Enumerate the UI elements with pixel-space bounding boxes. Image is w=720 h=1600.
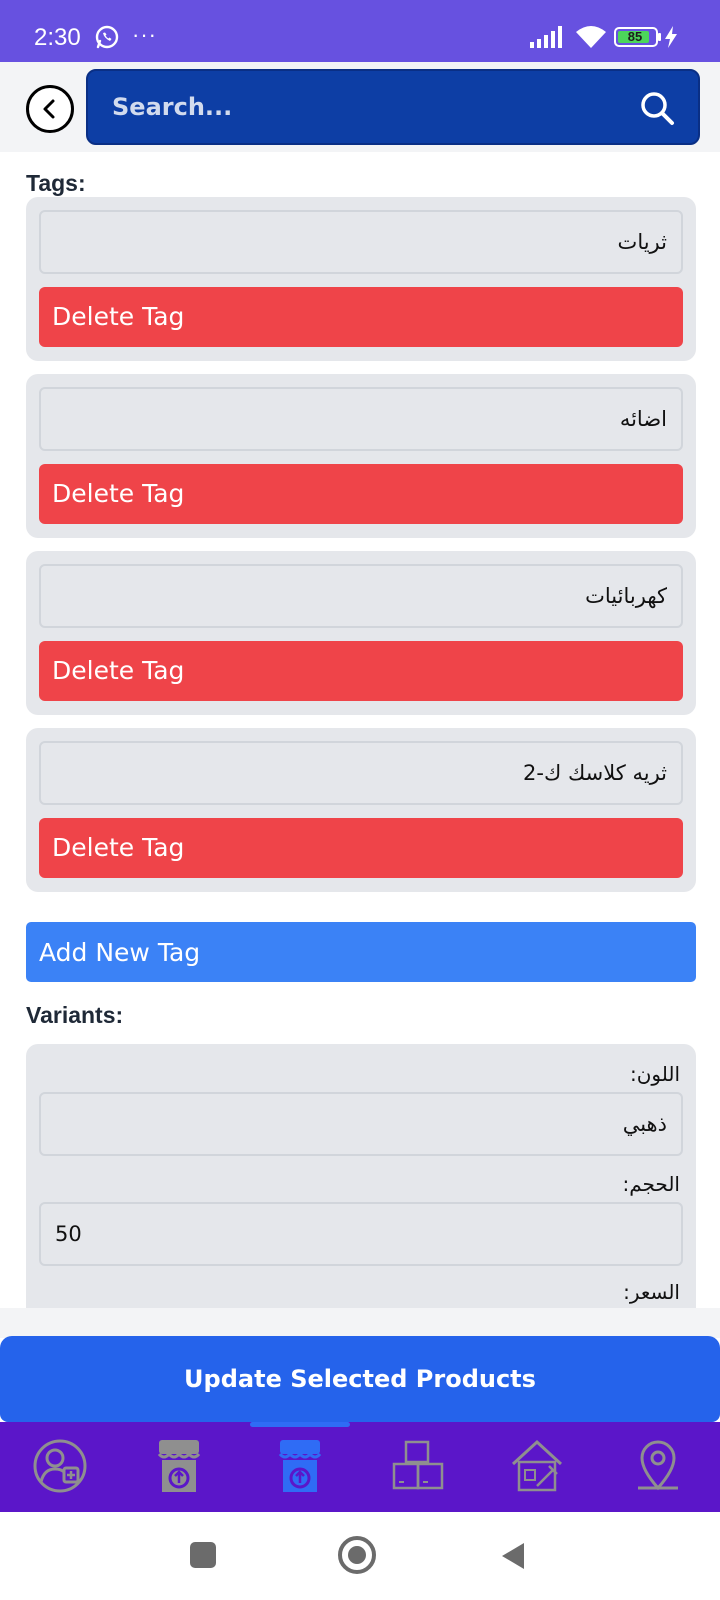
- tag-input[interactable]: ثريات: [39, 210, 683, 274]
- battery-level: 85: [627, 29, 643, 44]
- delete-tag-button[interactable]: Delete Tag: [39, 464, 683, 524]
- tag-input[interactable]: كهربائيات: [39, 564, 683, 628]
- more-notifications-icon: ···: [132, 22, 157, 47]
- tag-card: كهربائيات Delete Tag: [26, 551, 696, 715]
- search-icon[interactable]: [638, 89, 676, 127]
- tag-input[interactable]: اضائه: [39, 387, 683, 451]
- variant-card: اللون: ذهبي الحجم: 50 السعر:: [26, 1044, 696, 1310]
- add-new-tag-button[interactable]: Add New Tag: [26, 922, 696, 982]
- update-selected-products-button[interactable]: Update Selected Products: [0, 1336, 720, 1422]
- boxes-icon[interactable]: [388, 1436, 448, 1496]
- price-label: السعر:: [623, 1280, 680, 1304]
- system-back-button[interactable]: [500, 1541, 526, 1571]
- home-button[interactable]: [338, 1536, 376, 1574]
- status-time: 2:30: [34, 24, 81, 51]
- wifi-icon: [576, 26, 606, 48]
- content-footer-strip: [0, 1308, 720, 1338]
- charging-icon: [665, 26, 677, 48]
- tag-card: ثريات Delete Tag: [26, 197, 696, 361]
- tag-input[interactable]: ثريه كلاسك ك-2: [39, 741, 683, 805]
- house-tools-icon[interactable]: [507, 1436, 567, 1496]
- search-bar[interactable]: [86, 69, 700, 145]
- back-button[interactable]: [26, 85, 74, 133]
- active-tab-indicator: [250, 1422, 350, 1427]
- chevron-left-icon: [43, 99, 55, 119]
- bottom-nav: [0, 1422, 720, 1512]
- store-upload-icon[interactable]: [270, 1436, 330, 1496]
- color-input[interactable]: ذهبي: [39, 1092, 683, 1156]
- delete-tag-button[interactable]: Delete Tag: [39, 287, 683, 347]
- location-pin-icon[interactable]: [628, 1436, 688, 1496]
- add-user-icon[interactable]: [30, 1436, 90, 1496]
- size-label: الحجم:: [622, 1172, 680, 1196]
- recent-apps-button[interactable]: [190, 1542, 216, 1568]
- tag-card: اضائه Delete Tag: [26, 374, 696, 538]
- tags-heading: Tags:: [26, 170, 86, 196]
- header: [0, 62, 720, 152]
- battery-cap: [658, 33, 661, 41]
- delete-tag-button[interactable]: Delete Tag: [39, 818, 683, 878]
- search-input[interactable]: [112, 89, 592, 125]
- signal-icon: [530, 26, 562, 48]
- system-navigation-bar: [0, 1512, 720, 1600]
- whatsapp-icon: [95, 25, 119, 49]
- store-upload-icon[interactable]: [149, 1436, 209, 1496]
- edit-product-form: Tags: ثريات Delete Tag اضائه Delete Tag …: [0, 152, 720, 1310]
- variants-heading: Variants:: [26, 1002, 124, 1028]
- size-input[interactable]: 50: [39, 1202, 683, 1266]
- tag-card: ثريه كلاسك ك-2 Delete Tag: [26, 728, 696, 892]
- battery-icon: 85: [614, 27, 658, 47]
- status-bar: 2:30 ··· 85: [0, 0, 720, 62]
- color-label: اللون:: [629, 1062, 680, 1086]
- delete-tag-button[interactable]: Delete Tag: [39, 641, 683, 701]
